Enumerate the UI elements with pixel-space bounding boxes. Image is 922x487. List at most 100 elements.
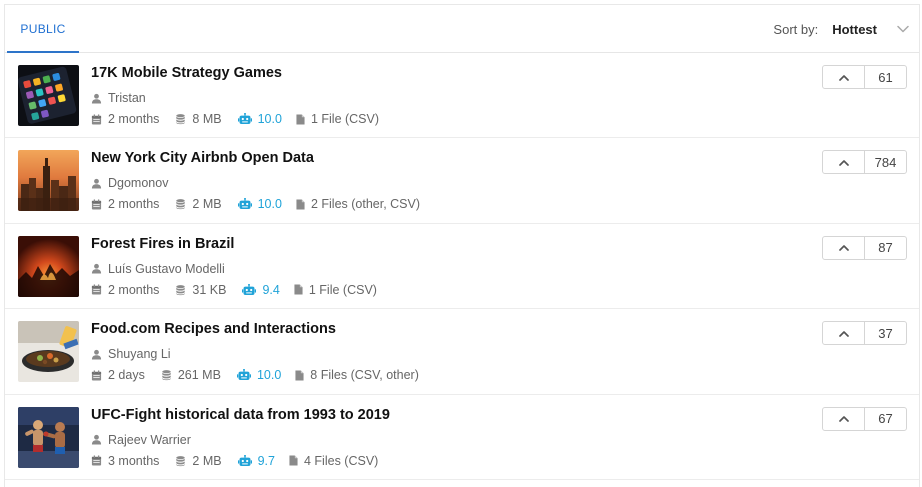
dataset-list: 17K Mobile Strategy Games Tristan 2 mont… bbox=[5, 53, 919, 480]
dataset-owner: Dgomonov bbox=[91, 176, 168, 190]
files-text: 2 Files (other, CSV) bbox=[310, 197, 421, 212]
usability-meta: 9.4 bbox=[242, 282, 280, 297]
dataset-meta: 2 days 261 MB 10.0 8 Files (CSV, other) bbox=[91, 368, 435, 382]
robot-icon bbox=[237, 369, 251, 381]
files-meta: 4 Files (CSV) bbox=[289, 454, 378, 468]
calendar-icon bbox=[91, 455, 102, 466]
vote-control: 37 bbox=[822, 321, 907, 346]
dataset-title[interactable]: Forest Fires in Brazil bbox=[91, 236, 234, 252]
size-meta: 261 MB bbox=[161, 368, 221, 382]
usability-score: 9.4 bbox=[262, 282, 280, 297]
owner-name[interactable]: Shuyang Li bbox=[108, 347, 171, 361]
usability-score: 10.0 bbox=[257, 112, 282, 126]
size-meta: 8 MB bbox=[175, 112, 222, 126]
files-text: 4 Files (CSV) bbox=[304, 453, 379, 468]
robot-icon bbox=[238, 198, 252, 210]
owner-name[interactable]: Luís Gustavo Modelli bbox=[108, 262, 225, 276]
tab-public[interactable]: PUBLIC bbox=[7, 5, 79, 53]
calendar-icon bbox=[91, 199, 102, 210]
size-text: 261 MB bbox=[177, 368, 221, 383]
dataset-title[interactable]: UFC-Fight historical data from 1993 to 2… bbox=[91, 407, 390, 423]
user-icon bbox=[91, 263, 102, 274]
files-meta: 2 Files (other, CSV) bbox=[296, 197, 420, 211]
dataset-thumbnail[interactable] bbox=[18, 235, 79, 297]
calendar-icon bbox=[91, 370, 102, 381]
dataset-owner: Rajeev Warrier bbox=[91, 433, 191, 447]
dataset-meta: 2 months 8 MB 10.0 1 File (CSV) bbox=[91, 112, 395, 126]
files-meta: 1 File (CSV) bbox=[294, 283, 377, 297]
upvote-button[interactable] bbox=[823, 151, 865, 174]
robot-icon bbox=[238, 113, 252, 125]
owner-name[interactable]: Rajeev Warrier bbox=[108, 433, 191, 447]
datasets-panel: PUBLIC Sort by: Hottest 17K Mobile Strat… bbox=[4, 4, 920, 487]
updated-meta: 2 days bbox=[91, 368, 145, 382]
file-icon bbox=[294, 284, 303, 295]
usability-meta: 10.0 bbox=[238, 197, 282, 211]
file-icon bbox=[296, 114, 305, 125]
usability-score: 10.0 bbox=[257, 197, 282, 212]
sort-value[interactable]: Hottest bbox=[832, 22, 877, 37]
dataset-thumbnail[interactable] bbox=[18, 65, 79, 126]
usability-meta: 10.0 bbox=[238, 112, 282, 126]
owner-name[interactable]: Dgomonov bbox=[108, 176, 168, 190]
list-header: PUBLIC Sort by: Hottest bbox=[5, 5, 919, 53]
dataset-row[interactable]: New York City Airbnb Open Data Dgomonov … bbox=[5, 138, 919, 224]
database-icon bbox=[175, 455, 186, 467]
files-meta: 8 Files (CSV, other) bbox=[295, 368, 419, 382]
updated-meta: 2 months bbox=[91, 283, 159, 297]
dataset-row[interactable]: Food.com Recipes and Interactions Shuyan… bbox=[5, 309, 919, 395]
dataset-thumbnail[interactable] bbox=[18, 150, 79, 212]
chevron-up-icon bbox=[839, 244, 849, 251]
upvote-button[interactable] bbox=[823, 236, 865, 259]
robot-icon bbox=[238, 455, 252, 467]
dataset-title[interactable]: 17K Mobile Strategy Games bbox=[91, 65, 282, 81]
sort-control[interactable]: Sort by: Hottest bbox=[773, 5, 909, 53]
updated-text: 2 days bbox=[108, 368, 145, 383]
upvote-button[interactable] bbox=[823, 66, 865, 88]
dataset-thumbnail[interactable] bbox=[18, 406, 79, 468]
database-icon bbox=[175, 113, 186, 125]
size-text: 2 MB bbox=[192, 453, 222, 468]
updated-text: 2 months bbox=[108, 112, 160, 126]
database-icon bbox=[175, 198, 186, 210]
dataset-row[interactable]: Forest Fires in Brazil Luís Gustavo Mode… bbox=[5, 224, 919, 310]
usability-score: 9.7 bbox=[257, 453, 275, 468]
size-meta: 31 KB bbox=[175, 283, 226, 297]
size-text: 31 KB bbox=[192, 282, 227, 297]
owner-name[interactable]: Tristan bbox=[108, 91, 146, 105]
dataset-owner: Shuyang Li bbox=[91, 347, 171, 361]
chevron-up-icon bbox=[839, 415, 849, 422]
vote-count: 87 bbox=[878, 240, 893, 256]
upvote-button[interactable] bbox=[823, 322, 865, 345]
size-meta: 2 MB bbox=[175, 197, 222, 212]
vote-count: 61 bbox=[878, 69, 893, 85]
size-text: 8 MB bbox=[192, 112, 222, 126]
user-icon bbox=[91, 434, 102, 445]
updated-text: 2 months bbox=[108, 197, 160, 212]
dataset-thumbnail[interactable] bbox=[18, 321, 79, 383]
updated-text: 2 months bbox=[108, 282, 160, 297]
database-icon bbox=[175, 284, 186, 296]
usability-meta: 10.0 bbox=[237, 368, 281, 382]
sort-label: Sort by: bbox=[773, 21, 819, 37]
upvote-button[interactable] bbox=[823, 407, 865, 430]
dataset-row[interactable]: 17K Mobile Strategy Games Tristan 2 mont… bbox=[5, 53, 919, 139]
usability-meta: 9.7 bbox=[238, 454, 275, 468]
vote-control: 67 bbox=[822, 406, 907, 431]
dataset-title[interactable]: Food.com Recipes and Interactions bbox=[91, 321, 336, 337]
dataset-owner: Luís Gustavo Modelli bbox=[91, 262, 225, 276]
chevron-up-icon bbox=[839, 330, 849, 337]
dataset-owner: Tristan bbox=[91, 91, 146, 105]
user-icon bbox=[91, 178, 102, 189]
vote-count: 67 bbox=[878, 411, 893, 427]
dataset-row[interactable]: UFC-Fight historical data from 1993 to 2… bbox=[5, 395, 919, 480]
chevron-down-icon[interactable] bbox=[897, 25, 909, 33]
dataset-title[interactable]: New York City Airbnb Open Data bbox=[91, 150, 314, 166]
user-icon bbox=[91, 349, 102, 360]
vote-control: 784 bbox=[822, 150, 907, 175]
updated-meta: 2 months bbox=[91, 197, 159, 211]
dataset-meta: 3 months 2 MB 9.7 4 Files (CSV) bbox=[91, 454, 394, 468]
size-text: 2 MB bbox=[192, 197, 222, 212]
chevron-up-icon bbox=[839, 74, 849, 81]
dataset-meta: 2 months 31 KB 9.4 1 File (CSV) bbox=[91, 283, 393, 297]
